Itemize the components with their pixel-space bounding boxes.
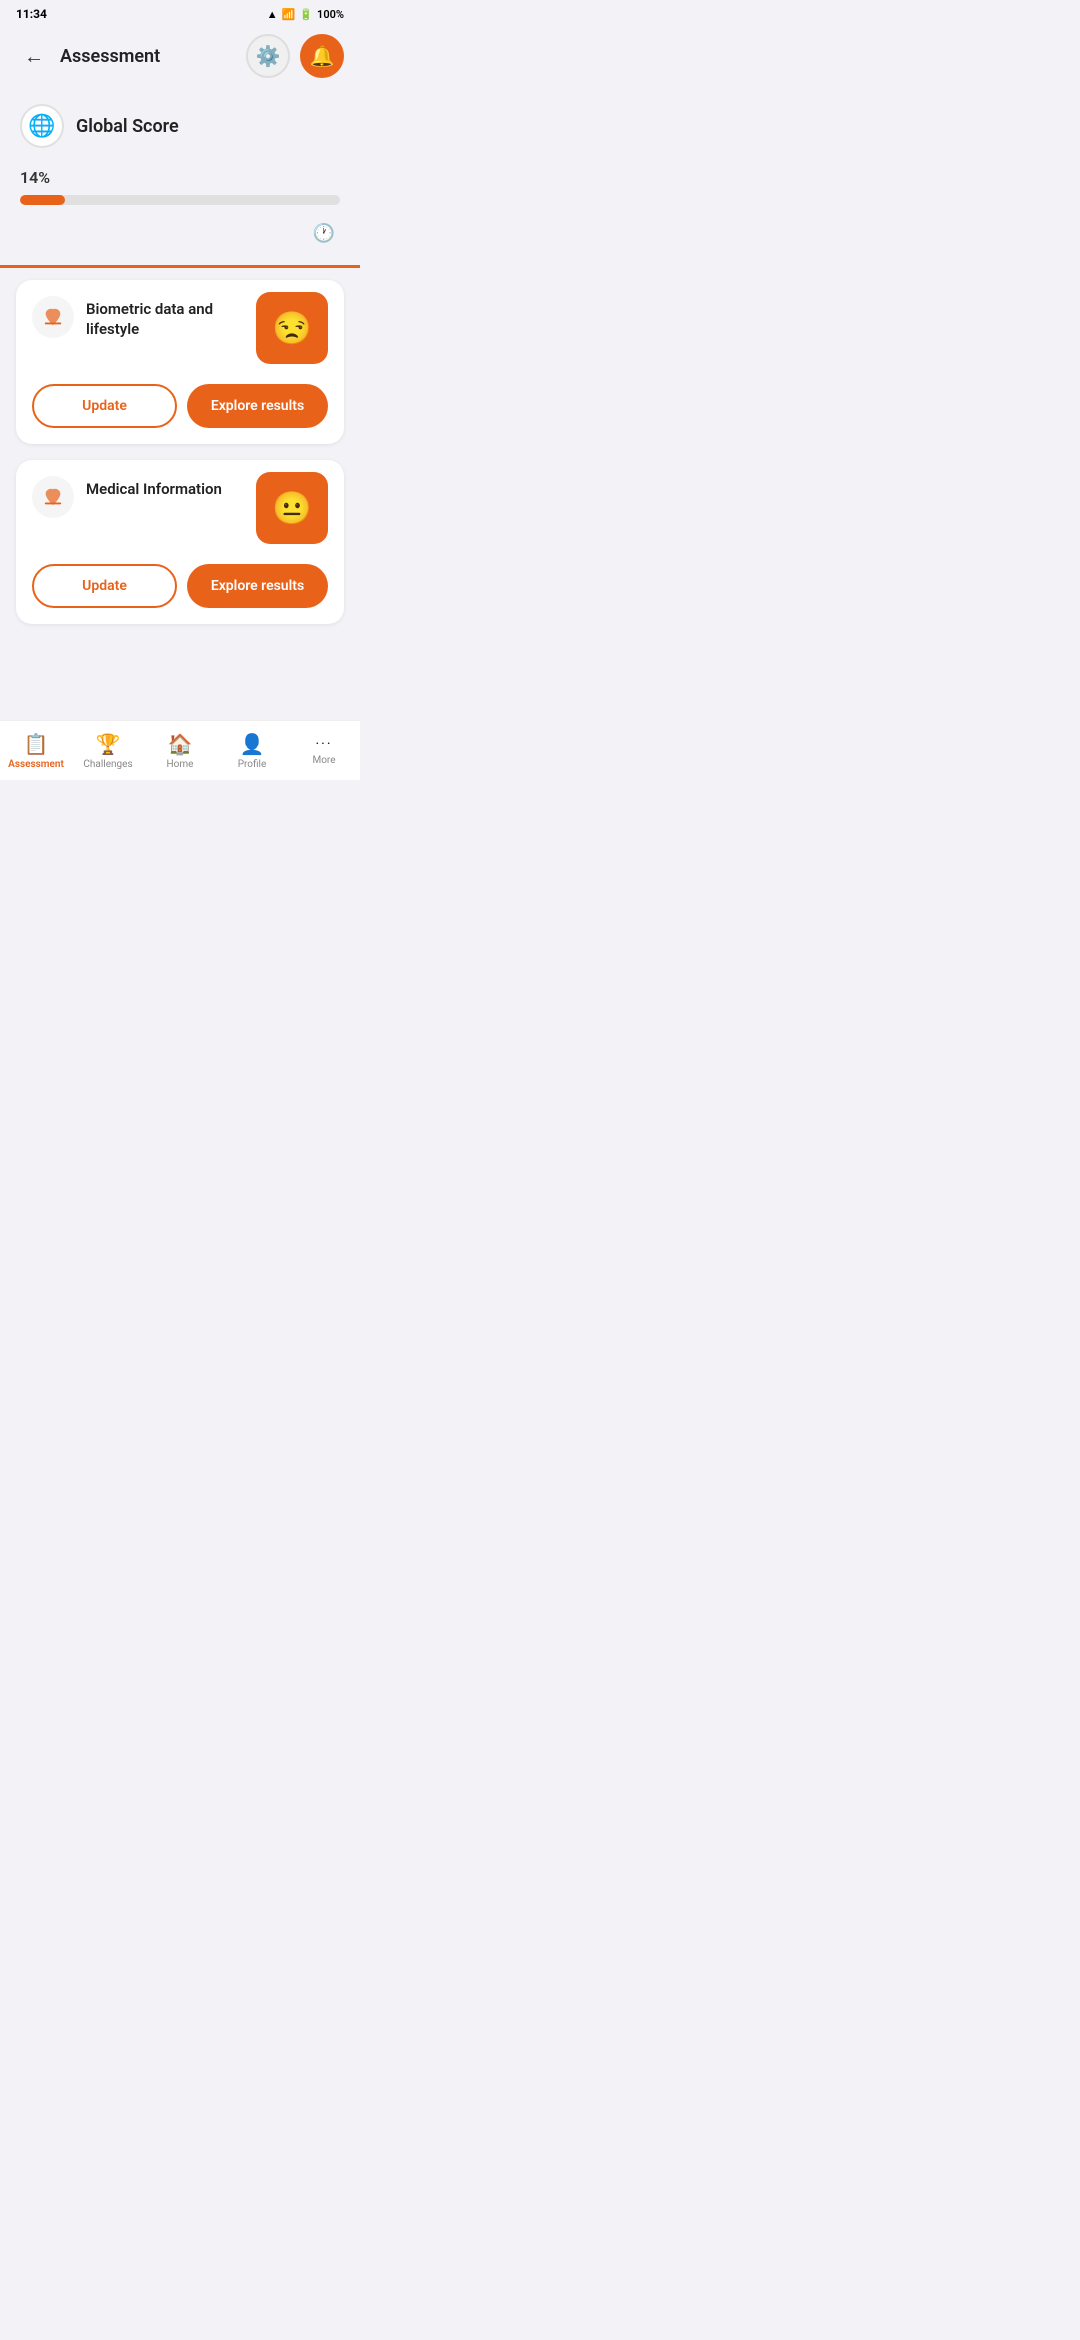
medical-emoji-badge: 😐 [256, 472, 328, 544]
battery-percent: 100% [317, 8, 344, 21]
globe-icon-wrap: 🌐 [20, 104, 64, 148]
biometric-icon [42, 306, 64, 328]
medical-card-actions: Update Explore results [32, 564, 328, 608]
medical-update-button[interactable]: Update [32, 564, 177, 608]
medical-emoji: 😐 [272, 489, 312, 527]
notification-button[interactable]: 🔔 [300, 34, 344, 78]
medical-card-title: Medical Information [86, 476, 222, 500]
medical-card: Medical Information 😐 Update Explore res… [16, 460, 344, 624]
global-score-section: 🌐 Global Score 14% 🕐 [0, 84, 360, 265]
nav-icon-challenges: 🏆 [96, 732, 121, 756]
bottom-nav: 📋 Assessment 🏆 Challenges 🏠 Home 👤 Profi… [0, 720, 360, 780]
medical-card-top: Medical Information 😐 [32, 476, 328, 544]
history-icon: 🕐 [313, 223, 335, 244]
nav-item-assessment[interactable]: 📋 Assessment [0, 721, 72, 780]
nav-icon-more: ··· [316, 736, 333, 752]
score-percent: 14% [20, 168, 340, 187]
biometric-card: Biometric data and lifestyle 😒 Update Ex… [16, 280, 344, 444]
wifi-icon: ▲ [267, 8, 278, 21]
bell-icon: 🔔 [310, 44, 335, 68]
biometric-emoji-badge: 😒 [256, 292, 328, 364]
status-time: 11:34 [16, 7, 47, 21]
header: ← Assessment ⚙️ 🔔 [0, 28, 360, 84]
back-button[interactable]: ← [16, 38, 52, 74]
medical-icon-wrap [32, 476, 74, 518]
header-actions: ⚙️ 🔔 [246, 34, 344, 78]
biometric-icon-wrap [32, 296, 74, 338]
nav-label-profile: Profile [238, 759, 267, 770]
nav-item-profile[interactable]: 👤 Profile [216, 721, 288, 780]
nav-label-more: More [312, 755, 335, 766]
status-bar: 11:34 ▲ 📶 🔋 100% [0, 0, 360, 28]
globe-icon: 🌐 [28, 114, 55, 139]
biometric-card-actions: Update Explore results [32, 384, 328, 428]
progress-bar-fill [20, 195, 65, 205]
biometric-card-left: Biometric data and lifestyle [32, 296, 248, 339]
nav-label-home: Home [167, 759, 194, 770]
nav-icon-assessment: 📋 [24, 732, 49, 756]
history-button-wrap: 🕐 [20, 217, 340, 249]
status-icons: ▲ 📶 🔋 100% [267, 8, 344, 21]
medical-icon [42, 486, 64, 508]
star-icon: ⚙️ [256, 44, 281, 68]
biometric-explore-button[interactable]: Explore results [187, 384, 328, 428]
nav-item-challenges[interactable]: 🏆 Challenges [72, 721, 144, 780]
back-arrow-icon: ← [24, 44, 44, 69]
nav-item-more[interactable]: ··· More [288, 721, 360, 780]
signal-icon: 📶 [282, 8, 296, 21]
medical-explore-button[interactable]: Explore results [187, 564, 328, 608]
history-button[interactable]: 🕐 [308, 217, 340, 249]
battery-icon: 🔋 [299, 8, 313, 21]
star-button[interactable]: ⚙️ [246, 34, 290, 78]
nav-label-challenges: Challenges [83, 759, 132, 770]
nav-icon-profile: 👤 [240, 732, 265, 756]
progress-bar [20, 195, 340, 205]
page-title: Assessment [60, 46, 160, 67]
biometric-update-button[interactable]: Update [32, 384, 177, 428]
nav-label-assessment: Assessment [8, 759, 64, 770]
biometric-card-top: Biometric data and lifestyle 😒 [32, 296, 328, 364]
medical-card-left: Medical Information [32, 476, 248, 518]
nav-icon-home: 🏠 [168, 732, 193, 756]
global-score-title: Global Score [76, 116, 179, 137]
cards-area: Biometric data and lifestyle 😒 Update Ex… [0, 268, 360, 741]
biometric-emoji: 😒 [272, 309, 312, 347]
biometric-card-title: Biometric data and lifestyle [86, 296, 248, 339]
nav-item-home[interactable]: 🏠 Home [144, 721, 216, 780]
global-score-header: 🌐 Global Score [20, 104, 340, 148]
